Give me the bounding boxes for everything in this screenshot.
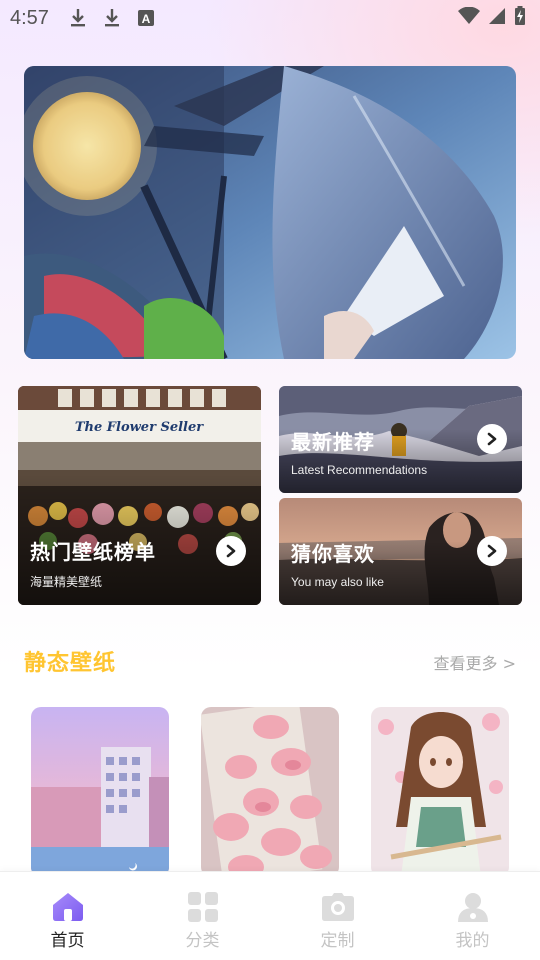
card-latest-recommendations[interactable]: 最新推荐 Latest Recommendations xyxy=(279,386,522,493)
tab-customize[interactable]: 定制 xyxy=(270,872,405,960)
wifi-icon xyxy=(458,6,480,30)
pastel-city-image xyxy=(31,707,169,877)
grid-icon xyxy=(187,892,219,922)
tab-label: 首页 xyxy=(50,931,85,951)
card-title: 猜你喜欢 xyxy=(291,542,375,566)
see-more-link[interactable]: 查看更多 > xyxy=(434,650,517,674)
status-bar: 4:57 A xyxy=(0,0,540,36)
status-time: 4:57 xyxy=(10,6,49,29)
card-hot-wallpapers[interactable]: The Flower Seller 热门壁纸榜单 海量精美壁纸 xyxy=(18,386,261,605)
bottom-tab-bar: 首页 分类 定制 我的 xyxy=(0,871,540,960)
card-title: 热门壁纸榜单 xyxy=(30,540,156,564)
card-subtitle: You may also like xyxy=(291,575,384,589)
chevron-right-icon[interactable] xyxy=(216,536,246,566)
status-right-icons xyxy=(458,5,526,31)
user-icon xyxy=(457,892,489,922)
battery-icon xyxy=(514,5,526,31)
hero-image xyxy=(24,66,516,359)
card-you-may-also-like[interactable]: 猜你喜欢 You may also like xyxy=(279,498,522,605)
download-icon xyxy=(67,7,89,29)
tab-label: 我的 xyxy=(455,931,490,951)
anime-girl-image xyxy=(371,707,509,877)
svg-text:The Flower Seller: The Flower Seller xyxy=(75,420,204,435)
hero-banner[interactable] xyxy=(24,66,516,359)
chevron-right-icon[interactable] xyxy=(477,424,507,454)
card-subtitle: 海量精美壁纸 xyxy=(30,575,103,589)
card-subtitle: Latest Recommendations xyxy=(291,463,428,477)
font-a-icon: A xyxy=(135,7,157,29)
chevron-right-icon[interactable] xyxy=(477,536,507,566)
tab-home[interactable]: 首页 xyxy=(0,872,135,960)
download-icon xyxy=(101,7,123,29)
section-title: 静态壁纸 xyxy=(24,651,117,676)
camera-icon xyxy=(321,892,354,922)
signal-icon xyxy=(488,6,506,30)
svg-text:A: A xyxy=(142,12,151,26)
tab-label: 分类 xyxy=(185,931,220,951)
tab-label: 定制 xyxy=(320,931,355,951)
wallpaper-thumbnail[interactable] xyxy=(31,707,169,877)
home-icon xyxy=(52,892,84,922)
card-title: 最新推荐 xyxy=(291,430,375,454)
wallpaper-thumbnail[interactable] xyxy=(371,707,509,877)
tab-mine[interactable]: 我的 xyxy=(405,872,540,960)
tab-category[interactable]: 分类 xyxy=(135,872,270,960)
wallpaper-thumbnail[interactable] xyxy=(201,707,339,877)
rose-petals-image xyxy=(201,707,339,877)
